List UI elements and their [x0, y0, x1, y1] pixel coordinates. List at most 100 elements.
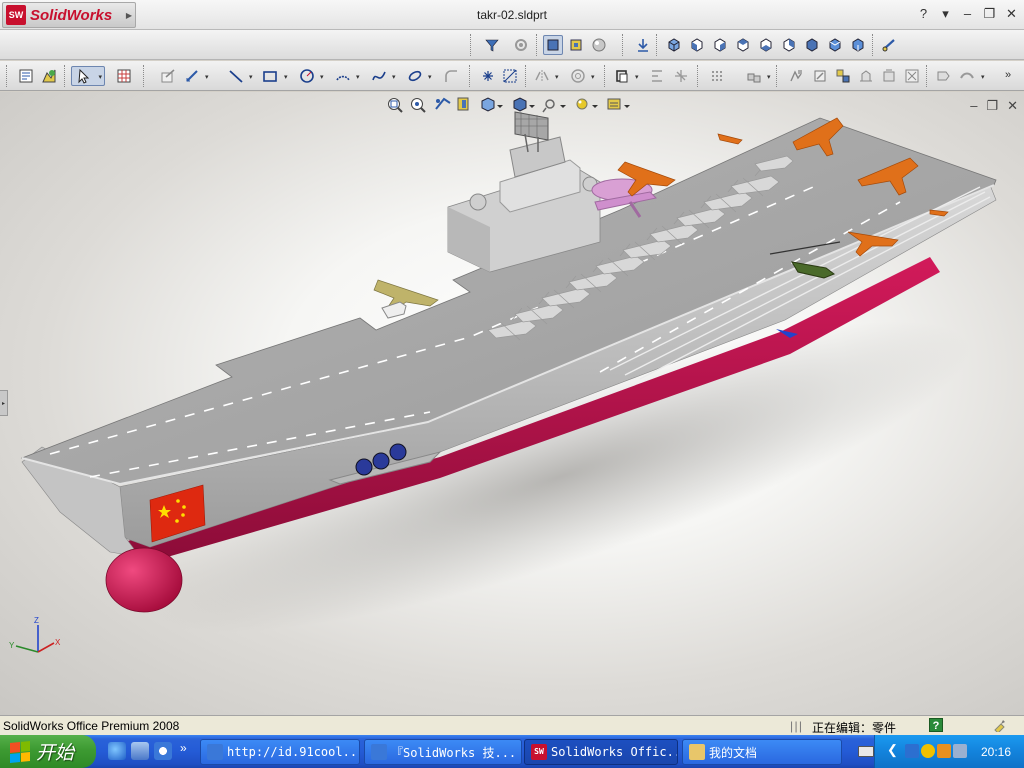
move-icon[interactable] — [707, 66, 727, 86]
repair-icon[interactable] — [810, 66, 830, 86]
toolbar-separator — [926, 65, 928, 87]
linear-pattern-icon[interactable] — [671, 66, 691, 86]
ellipse-icon[interactable] — [405, 66, 425, 86]
trim-icon[interactable] — [612, 66, 632, 86]
mirror-icon[interactable] — [532, 66, 552, 86]
filter-icon[interactable] — [482, 35, 502, 55]
dimetric-view-icon[interactable] — [848, 35, 868, 55]
arc-dropdown-icon[interactable]: ▾ — [356, 73, 360, 81]
offset-dropdown-icon[interactable]: ▾ — [591, 73, 595, 81]
centerline-icon[interactable] — [500, 66, 520, 86]
antivirus-icon[interactable] — [937, 744, 951, 758]
task-button-solidworks[interactable]: SW SolidWorks Offic... — [524, 739, 678, 765]
left-view-icon[interactable] — [733, 35, 753, 55]
hidden-lines-icon[interactable] — [566, 35, 586, 55]
volume-icon[interactable] — [953, 744, 967, 758]
extend-icon[interactable] — [647, 66, 667, 86]
toolbar-separator — [872, 34, 874, 56]
select-icon[interactable]: ▾ — [71, 66, 105, 86]
product-name: SolidWorks Office Premium 2008 — [3, 719, 180, 733]
toolbar-separator — [776, 65, 778, 87]
graphics-area[interactable]: – ❐ ✕ ▸ Z X Y — [0, 92, 1024, 715]
trim-dropdown-icon[interactable]: ▾ — [635, 73, 639, 81]
media-player-icon[interactable] — [154, 742, 172, 760]
spline-icon[interactable] — [369, 66, 389, 86]
sketch-numeric-input-icon[interactable] — [902, 66, 922, 86]
bottom-view-icon[interactable] — [802, 35, 822, 55]
back-view-icon[interactable] — [710, 35, 730, 55]
clock: 20:16 — [981, 745, 1012, 759]
toolbar-separator — [604, 65, 606, 87]
help-menu-arrow[interactable]: ▾ — [939, 6, 952, 22]
right-view-icon[interactable] — [756, 35, 776, 55]
normal-to-icon[interactable] — [633, 35, 653, 55]
quick-tips-icon[interactable]: ? — [929, 718, 943, 732]
folder-task-icon — [689, 744, 705, 760]
offset-icon[interactable] — [568, 66, 588, 86]
start-button[interactable]: 开始 — [0, 735, 96, 768]
arc-icon[interactable] — [333, 66, 353, 86]
solidworks-menu-button[interactable]: SW SolidWorks ▶ — [2, 2, 136, 28]
restore-button[interactable]: ❐ — [983, 6, 996, 22]
mirror-dropdown-icon[interactable]: ▾ — [555, 73, 559, 81]
relation-dropdown-icon[interactable]: ▾ — [767, 73, 771, 81]
dimension-dropdown-icon[interactable]: ▾ — [205, 73, 209, 81]
solidworks-task-icon: SW — [531, 744, 547, 760]
network-icon[interactable] — [905, 744, 919, 758]
trimetric-view-icon[interactable] — [825, 35, 845, 55]
toolbar-separator — [697, 65, 699, 87]
quick-snaps-icon[interactable] — [833, 66, 853, 86]
toolbar-separator — [143, 65, 145, 87]
repair-sketch-icon[interactable] — [957, 66, 977, 86]
help-button[interactable]: ? — [917, 6, 930, 22]
ellipse-dropdown-icon[interactable]: ▾ — [428, 73, 432, 81]
task-button-browser[interactable]: http://id.91cool... — [200, 739, 360, 765]
show-desktop-icon[interactable] — [131, 742, 149, 760]
shaded-display-icon[interactable] — [543, 35, 563, 55]
assembly-view-icon[interactable] — [511, 35, 531, 55]
rectangle-icon[interactable] — [260, 66, 280, 86]
rapid-sketch-icon[interactable] — [856, 66, 876, 86]
point-icon[interactable] — [478, 66, 498, 86]
carrier-model[interactable]: Z X Y — [0, 92, 1024, 715]
toolbar-overflow-icon[interactable]: » — [1005, 69, 1011, 81]
add-relation-icon[interactable] — [744, 66, 764, 86]
minimize-button[interactable]: – — [961, 6, 974, 22]
spline-dropdown-icon[interactable]: ▾ — [392, 73, 396, 81]
bulbous-bow — [105, 547, 183, 613]
quick-launch-chevron[interactable]: » — [180, 741, 187, 755]
qq-icon[interactable] — [921, 744, 935, 758]
circle-icon[interactable] — [297, 66, 317, 86]
realview-icon[interactable] — [589, 35, 609, 55]
properties-icon[interactable] — [16, 66, 36, 86]
deck-vehicle — [381, 301, 407, 319]
pin-icon[interactable] — [993, 718, 1007, 732]
top-view-icon[interactable] — [779, 35, 799, 55]
task-label: http://id.91cool... — [227, 745, 360, 759]
instant-3d-icon[interactable] — [879, 66, 899, 86]
solidworks-window: SW SolidWorks ▶ takr-02.sldprt ? ▾ – ❐ ✕ — [0, 0, 1024, 768]
task-button-forum[interactable]: 『SolidWorks 技... — [364, 739, 522, 765]
fillet-icon[interactable] — [441, 66, 461, 86]
smart-dimension-icon[interactable] — [182, 66, 202, 86]
display-relations-icon[interactable] — [786, 66, 806, 86]
isometric-view-icon[interactable] — [664, 35, 684, 55]
grid-icon[interactable] — [114, 66, 134, 86]
tray-expand-icon[interactable]: ❮ — [887, 742, 898, 758]
window-controls: ? ▾ – ❐ ✕ — [917, 6, 1018, 22]
rectangle-dropdown-icon[interactable]: ▾ — [284, 73, 288, 81]
close-button[interactable]: ✕ — [1005, 6, 1018, 22]
circle-dropdown-icon[interactable]: ▾ — [320, 73, 324, 81]
check-sketch-icon[interactable] — [933, 66, 953, 86]
sketch-more-dropdown-icon[interactable]: ▾ — [981, 73, 985, 81]
keyboard-layout-icon[interactable] — [858, 746, 874, 757]
sketch-icon[interactable] — [158, 66, 178, 86]
toolbar-separator — [6, 65, 8, 87]
line-dropdown-icon[interactable]: ▾ — [249, 73, 253, 81]
internet-explorer-icon[interactable] — [108, 742, 126, 760]
front-view-icon[interactable] — [687, 35, 707, 55]
line-icon[interactable] — [226, 66, 246, 86]
link-view-icon[interactable] — [879, 35, 899, 55]
rebuild-icon[interactable] — [39, 66, 59, 86]
task-button-my-documents[interactable]: 我的文档 — [682, 739, 842, 765]
